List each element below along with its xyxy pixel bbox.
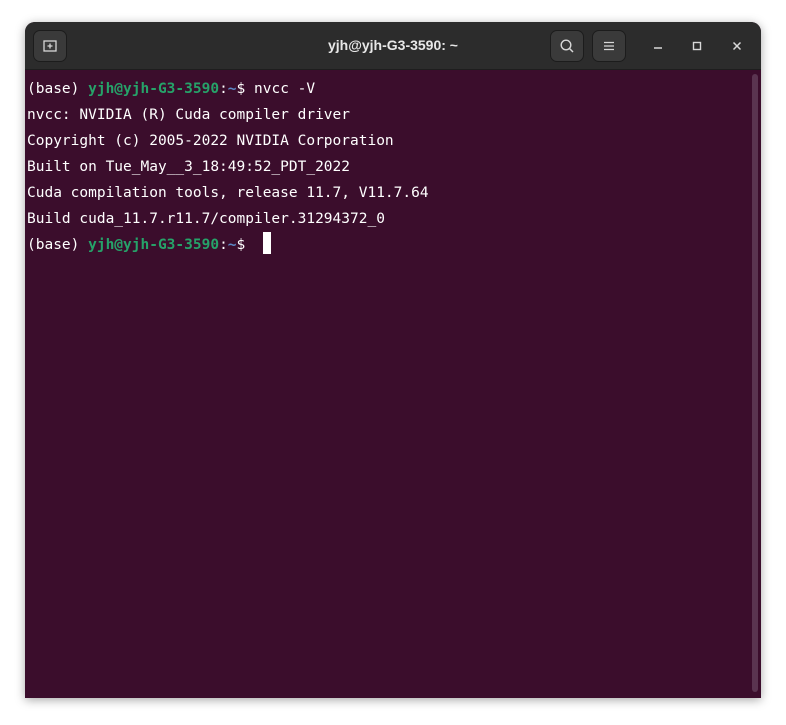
prompt-user: yjh@yjh-G3-3590 (88, 81, 220, 97)
output-line: nvcc: NVIDIA (R) Cuda compiler driver (27, 107, 351, 123)
output-line: Built on Tue_May__3_18:49:52_PDT_2022 (27, 159, 351, 175)
current-prompt-line[interactable]: (base) yjh@yjh-G3-3590:~$ (27, 232, 749, 258)
output-line: Build cuda_11.7.r11.7/compiler.31294372_… (27, 211, 385, 227)
minimize-button[interactable] (646, 34, 670, 58)
maximize-button[interactable] (685, 34, 709, 58)
new-tab-icon (42, 38, 58, 54)
terminal-output[interactable]: (base) yjh@yjh-G3-3590:~$ nvcc -V nvcc: … (25, 70, 749, 698)
close-icon (731, 37, 743, 56)
output-line: Copyright (c) 2005-2022 NVIDIA Corporati… (27, 133, 394, 149)
prompt-colon: : (219, 237, 228, 253)
prompt-symbol: $ (236, 81, 254, 97)
text-cursor (263, 232, 271, 254)
new-tab-button[interactable] (33, 30, 67, 62)
titlebar[interactable]: yjh@yjh-G3-3590: ~ (25, 22, 761, 70)
hamburger-menu-icon (601, 38, 617, 54)
search-button[interactable] (550, 30, 584, 62)
search-icon (559, 38, 575, 54)
prompt-colon: : (219, 81, 228, 97)
close-button[interactable] (725, 34, 749, 58)
prompt-env: (base) (27, 81, 89, 97)
minimize-icon (652, 37, 664, 56)
maximize-icon (691, 37, 703, 56)
vertical-scrollbar[interactable] (752, 74, 758, 692)
command-line: (base) yjh@yjh-G3-3590:~$ nvcc -V (27, 76, 749, 102)
terminal-window: yjh@yjh-G3-3590: ~ (base) yjh@yjh-G3-359… (25, 22, 761, 698)
prompt-symbol: $ (236, 237, 254, 253)
command-text: nvcc -V (254, 81, 316, 97)
prompt-path: ~ (227, 81, 237, 97)
menu-button[interactable] (592, 30, 626, 62)
output-line: Cuda compilation tools, release 11.7, V1… (27, 185, 429, 201)
prompt-user: yjh@yjh-G3-3590 (88, 237, 220, 253)
prompt-path: ~ (227, 237, 237, 253)
prompt-env: (base) (27, 237, 89, 253)
